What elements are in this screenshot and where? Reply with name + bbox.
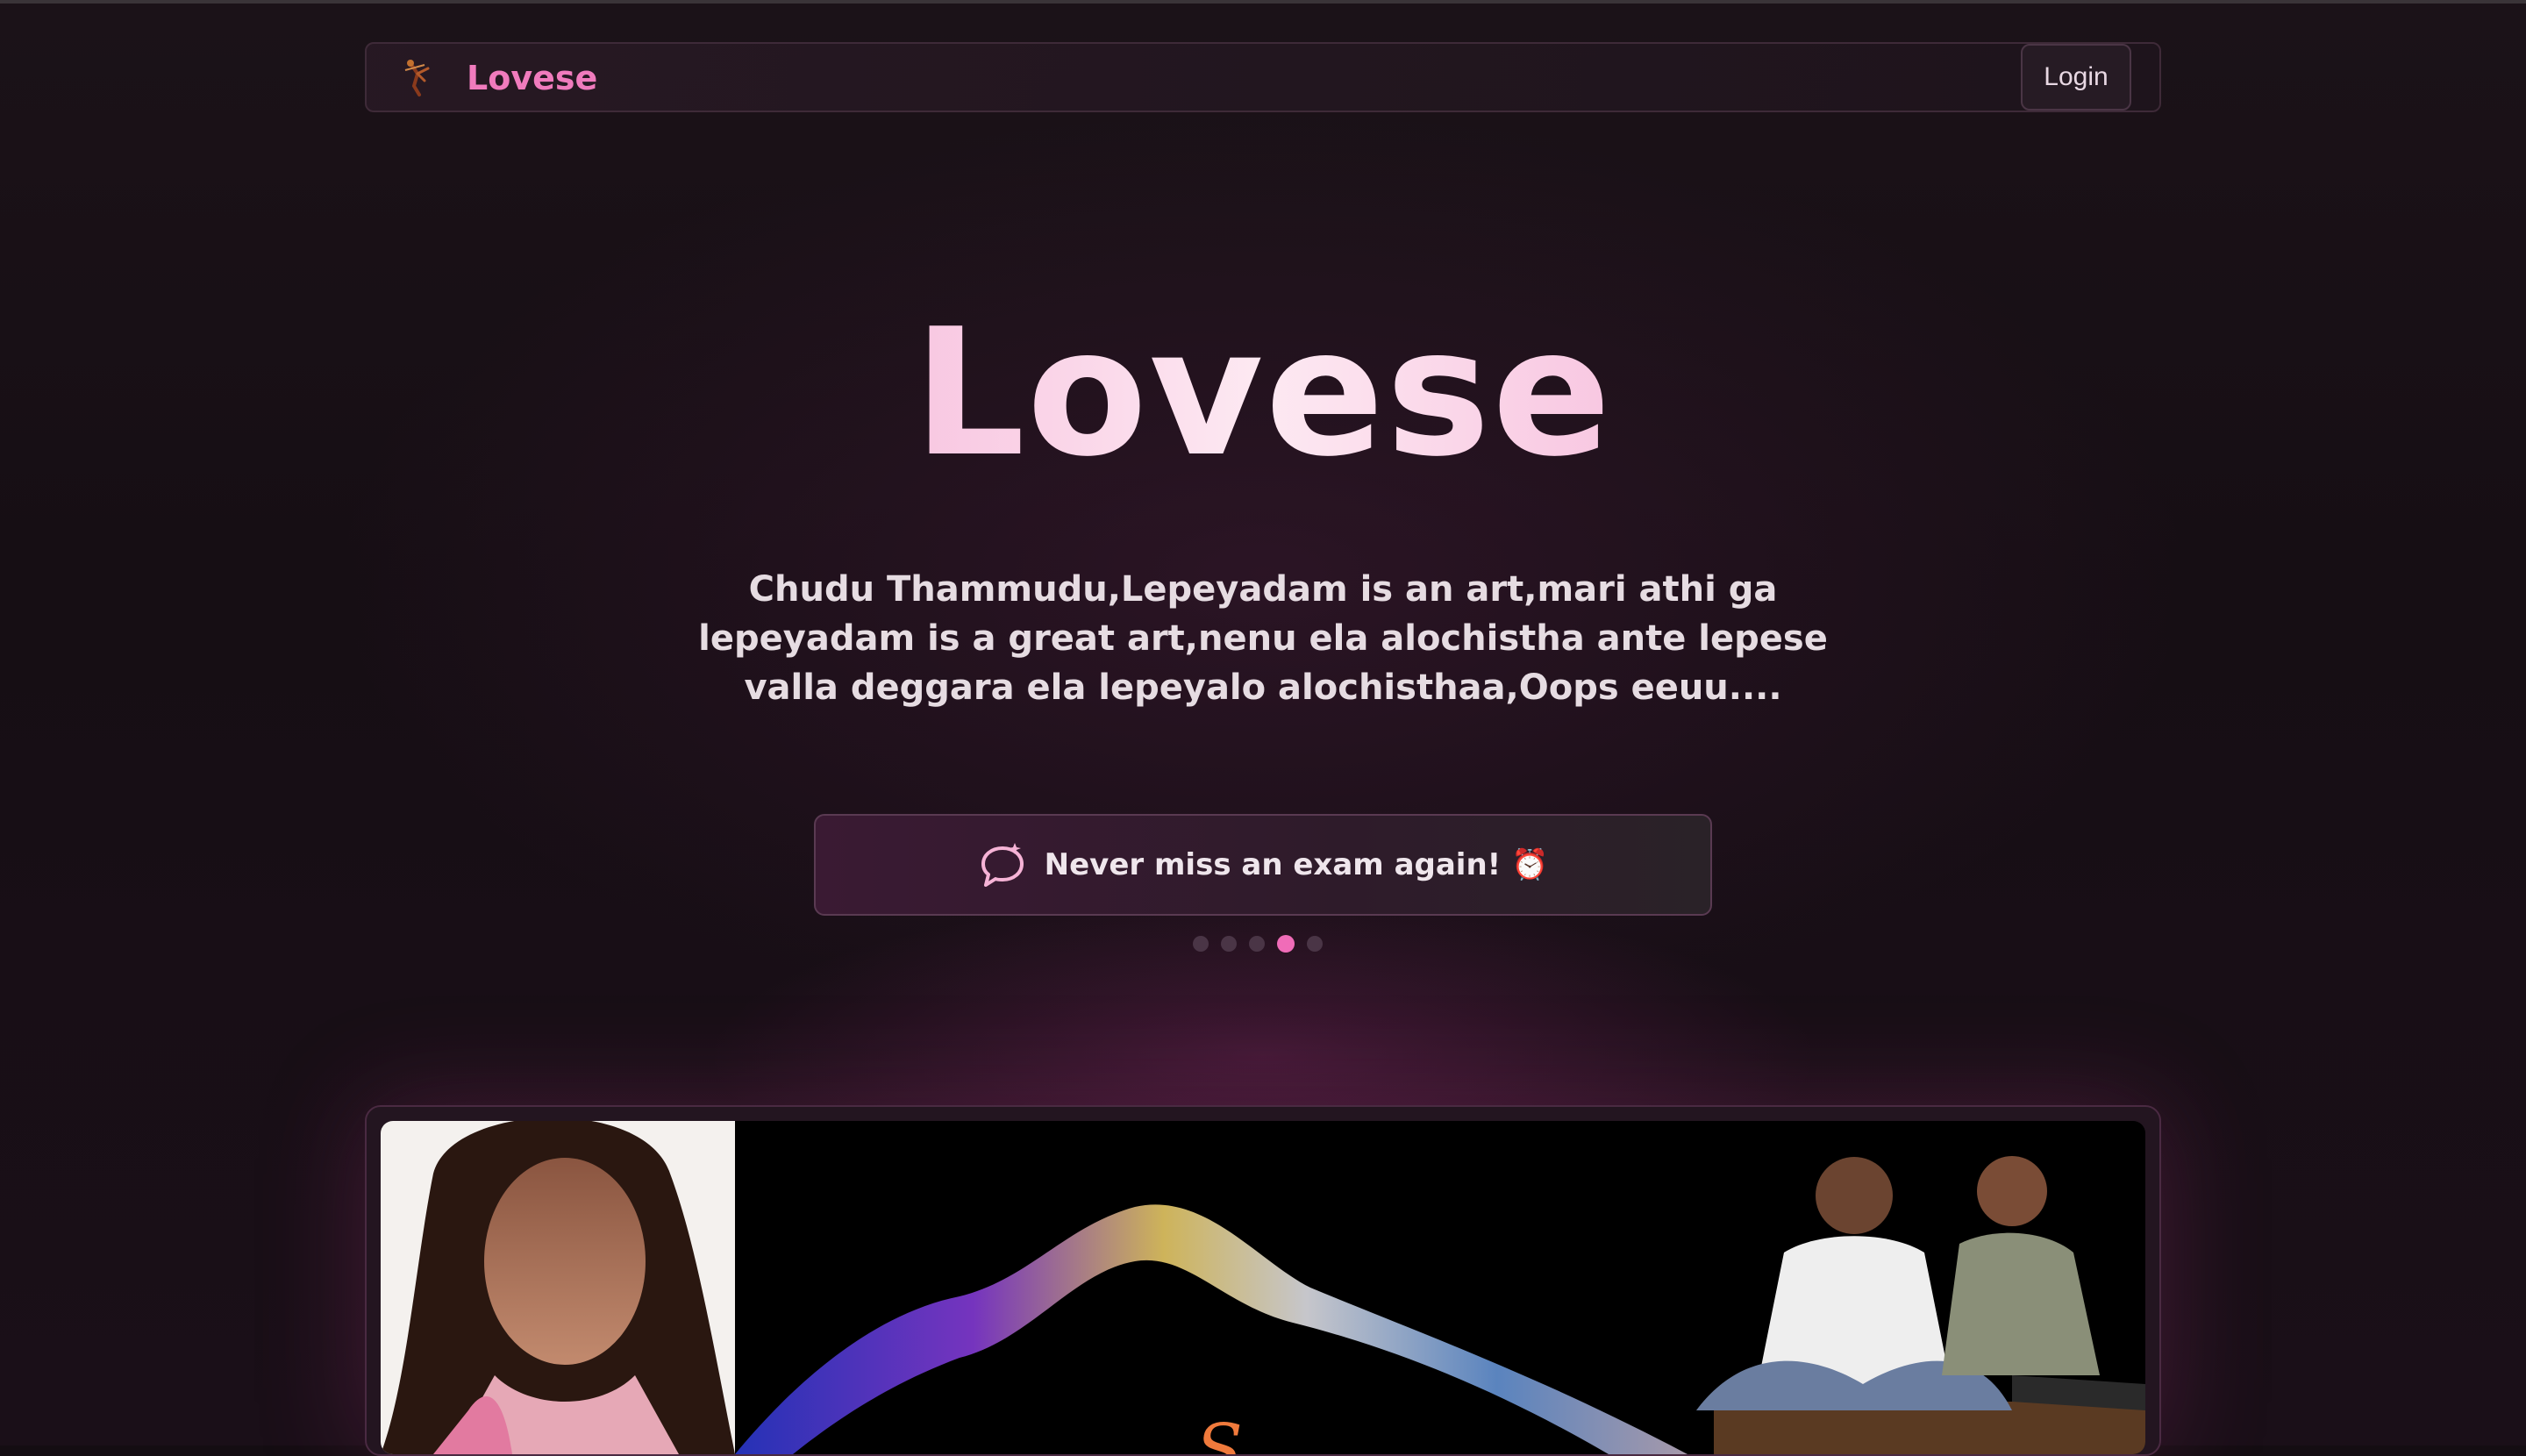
navbar: Lovese Login <box>365 42 2161 112</box>
showcase-banner-image: S . . . . . <box>381 1121 2145 1454</box>
ticker-text: Never miss an exam again! ⏰ <box>1044 847 1549 882</box>
pagination-dot[interactable] <box>1249 936 1265 952</box>
ticker-pagination <box>1193 935 1323 953</box>
chat-bubble-icon <box>981 843 1024 887</box>
showcase-frame: S . . . . . <box>365 1105 2161 1456</box>
page: Lovese Login Lovese Chudu Thammudu,Lepey… <box>0 4 2526 1456</box>
pagination-dot[interactable] <box>1193 936 1209 952</box>
hero-title: Lovese <box>0 293 2526 495</box>
feature-ticker: Never miss an exam again! ⏰ <box>814 814 1712 916</box>
banner-artwork <box>381 1121 2145 1454</box>
pagination-dot[interactable] <box>1307 936 1323 952</box>
brand-name[interactable]: Lovese <box>467 56 597 100</box>
banner-script-text: S . . . . . <box>1195 1410 1460 1454</box>
cupid-icon <box>404 60 430 96</box>
hero-subtitle: Chudu Thammudu,Lepeyadam is an art,mari … <box>698 569 1828 708</box>
pagination-dot[interactable] <box>1221 936 1237 952</box>
pagination-dot-active[interactable] <box>1277 935 1295 953</box>
login-button[interactable]: Login <box>2021 44 2131 111</box>
